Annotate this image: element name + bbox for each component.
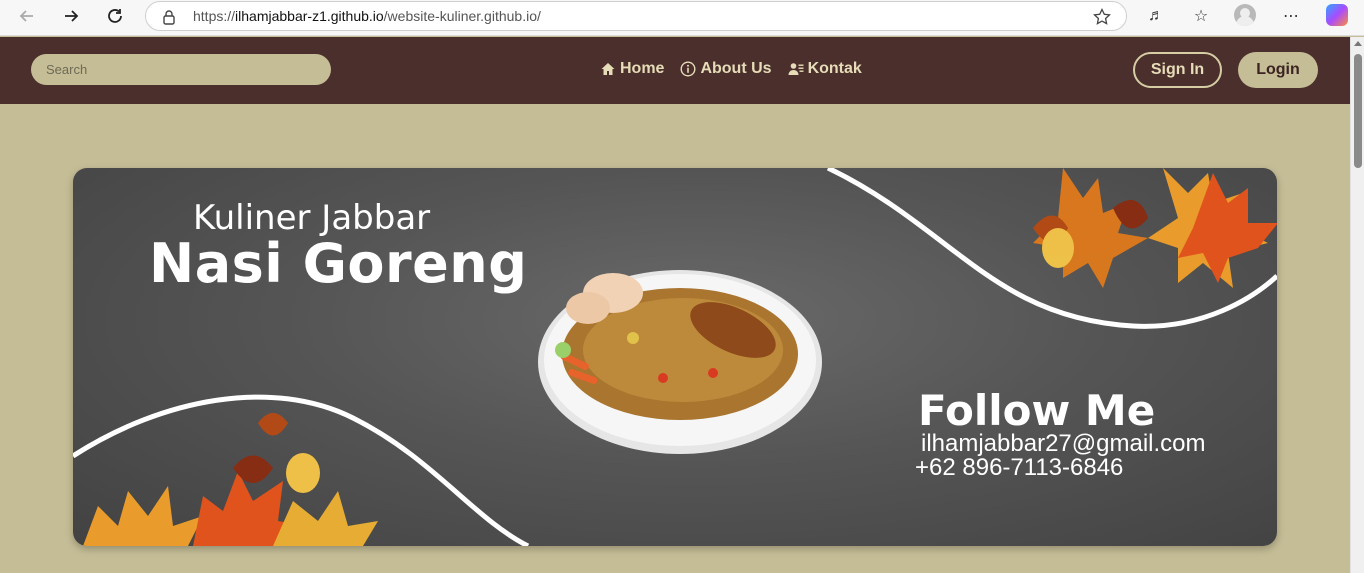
info-icon [680, 61, 696, 77]
reload-button[interactable] [101, 4, 129, 28]
profile-avatar[interactable] [1234, 4, 1256, 26]
browser-toolbar: https://ilhamjabbar-z1.github.io/website… [0, 0, 1364, 36]
nav-home-link[interactable]: Home [600, 60, 664, 78]
arrow-right-icon [65, 10, 79, 22]
arrow-left-icon [19, 10, 33, 22]
scroll-up-arrow-icon[interactable] [1354, 41, 1362, 46]
more-menu-button[interactable]: ⋯ [1278, 4, 1304, 28]
autumn-leaves-bottom [83, 413, 378, 546]
url-text: https://ilhamjabbar-z1.github.io/website… [193, 8, 541, 24]
reload-icon [108, 9, 122, 23]
nav-home-label: Home [620, 60, 665, 77]
favorites-button[interactable]: ☆ [1188, 4, 1214, 28]
back-button[interactable] [13, 4, 41, 28]
read-aloud-icon: ♬ [1148, 7, 1164, 24]
site-navbar: Home About Us Kontak Sign In Login [0, 37, 1350, 104]
address-bar[interactable]: https://ilhamjabbar-z1.github.io/website… [145, 1, 1127, 31]
home-icon [601, 63, 615, 75]
page-scrollbar[interactable] [1350, 37, 1364, 573]
favorite-star-icon[interactable] [1092, 7, 1112, 27]
scroll-thumb[interactable] [1354, 54, 1362, 168]
nav-about-label: About Us [700, 60, 772, 77]
favorites-icon: ☆ [1193, 8, 1209, 25]
nav-links: Home About Us Kontak [600, 60, 862, 78]
follow-heading: Follow Me [918, 386, 1156, 435]
search-input[interactable] [31, 54, 331, 85]
more-dots-icon: ⋯ [1283, 8, 1299, 25]
autumn-leaves-top [1033, 168, 1277, 288]
lock-icon [163, 10, 175, 25]
nav-kontak-label: Kontak [807, 60, 862, 77]
nav-kontak-link[interactable]: Kontak [788, 60, 862, 78]
banner-title: Nasi Goreng [149, 232, 528, 295]
login-button[interactable]: Login [1238, 52, 1318, 88]
contact-icon [788, 63, 804, 75]
contact-phone: +62 896-7113-6846 [915, 454, 1124, 481]
nav-about-link[interactable]: About Us [680, 60, 772, 78]
forward-button[interactable] [57, 4, 85, 28]
hero-banner: Kuliner Jabbar Nasi Goreng Follow Me ilh… [73, 168, 1277, 546]
read-aloud-button[interactable]: ♬ [1143, 4, 1169, 28]
copilot-icon[interactable] [1326, 4, 1348, 26]
food-plate-image [538, 270, 822, 454]
sign-in-button[interactable]: Sign In [1133, 52, 1222, 88]
